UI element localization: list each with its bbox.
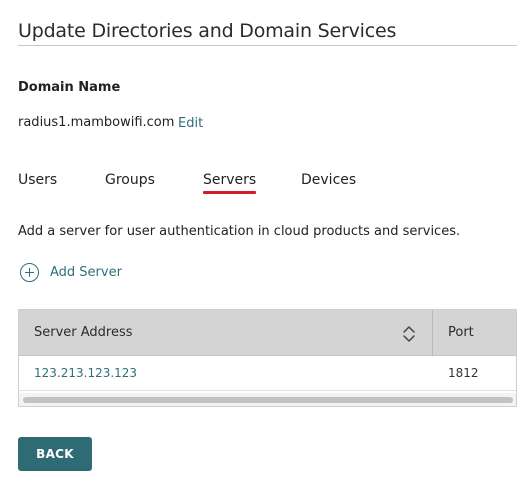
scrollbar-thumb[interactable] [23, 397, 513, 403]
table-row: 123.213.123.123 1812 [19, 356, 516, 391]
add-server-button[interactable]: Add Server [20, 262, 122, 282]
server-port-cell: 1812 [448, 366, 479, 380]
column-header-server-address[interactable]: Server Address [34, 310, 133, 356]
back-button[interactable]: BACK [18, 437, 92, 471]
servers-table: Server Address Port 123.213.123.123 1812 [18, 309, 517, 407]
update-directories-page: Update Directories and Domain Services D… [0, 0, 517, 501]
domain-name-value: radius1.mambowifi.com [18, 115, 175, 130]
column-header-port[interactable]: Port [448, 310, 474, 356]
sort-updown-icon[interactable] [402, 325, 416, 343]
servers-description: Add a server for user authentication in … [18, 224, 461, 239]
title-divider [18, 45, 517, 46]
horizontal-scrollbar[interactable] [19, 393, 516, 406]
tab-groups[interactable]: Groups [105, 172, 155, 188]
server-address-link[interactable]: 123.213.123.123 [34, 356, 137, 391]
tab-users[interactable]: Users [18, 172, 57, 188]
tab-bar: Users Groups Servers Devices [18, 172, 517, 198]
edit-domain-link[interactable]: Edit [178, 116, 203, 131]
tab-servers[interactable]: Servers [203, 172, 257, 194]
column-divider [432, 310, 433, 356]
add-server-label: Add Server [50, 264, 122, 280]
domain-name-label: Domain Name [18, 80, 121, 95]
table-header: Server Address Port [19, 310, 516, 356]
page-title: Update Directories and Domain Services [18, 20, 397, 42]
plus-circle-icon [20, 262, 39, 282]
tab-devices[interactable]: Devices [301, 172, 356, 188]
